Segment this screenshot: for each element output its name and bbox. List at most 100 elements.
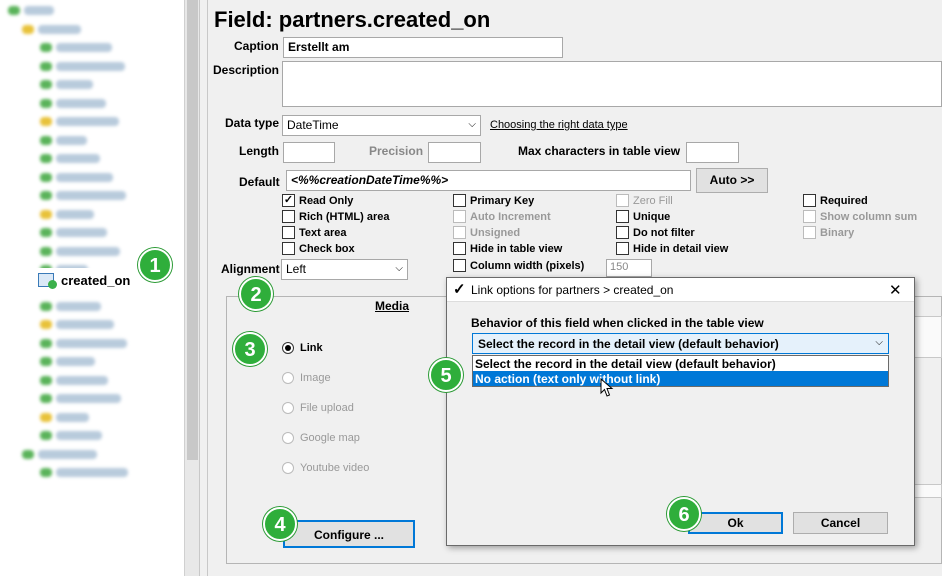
tree-item-text[interactable] xyxy=(56,191,126,200)
tree-item-text[interactable] xyxy=(56,468,128,477)
radio-button[interactable] xyxy=(282,432,294,444)
media-tab[interactable]: Media xyxy=(375,299,409,313)
checkbox-label: Check box xyxy=(299,242,355,255)
radio-image[interactable]: Image xyxy=(282,372,331,384)
unsigned-checkbox: Unsigned xyxy=(453,226,520,239)
radio-button[interactable] xyxy=(282,372,294,384)
tree-item-text[interactable] xyxy=(56,246,120,256)
tree-item-text[interactable] xyxy=(56,320,114,329)
tree-item-text[interactable] xyxy=(56,394,121,403)
tree-item-text[interactable] xyxy=(56,375,108,385)
alignment-select[interactable]: Left ⌵ xyxy=(281,259,408,280)
radio-button[interactable] xyxy=(282,402,294,414)
rich-html-checkbox[interactable]: Rich (HTML) area xyxy=(282,210,389,223)
tree-item-text[interactable] xyxy=(56,431,102,440)
required-checkbox[interactable]: Required xyxy=(803,194,868,207)
checkbox-box[interactable] xyxy=(282,210,295,223)
length-label: Length xyxy=(239,144,279,158)
checkbox-label: Hide in table view xyxy=(470,242,563,255)
tree-item-text[interactable] xyxy=(56,357,95,366)
tree-item-text[interactable] xyxy=(56,98,106,108)
hide-table-checkbox[interactable]: Hide in table view xyxy=(453,242,562,255)
checkbox-label: Hide in detail view xyxy=(633,242,729,255)
tree-item-text[interactable] xyxy=(56,80,93,89)
checkbox-label: Required xyxy=(820,194,868,207)
description-textarea[interactable] xyxy=(282,61,942,107)
checkbox-box[interactable] xyxy=(282,242,295,255)
tree-item-text[interactable] xyxy=(24,6,54,15)
checkbox-box[interactable] xyxy=(453,242,466,255)
radio-link[interactable]: Link xyxy=(282,342,323,354)
radio-file-upload[interactable]: File upload xyxy=(282,402,354,414)
dropdown-option-highlighted[interactable]: No action (text only without link) xyxy=(473,371,888,386)
tree-item-icon xyxy=(40,431,52,440)
configure-button[interactable]: Configure ... xyxy=(283,520,415,548)
radio-button[interactable] xyxy=(282,462,294,474)
default-input[interactable]: <%%creationDateTime%%> xyxy=(286,170,691,191)
tree-item-text[interactable] xyxy=(56,154,100,163)
show-column-sum-checkbox: Show column sum xyxy=(803,210,917,223)
auto-button[interactable]: Auto >> xyxy=(696,168,768,193)
close-icon[interactable]: ✕ xyxy=(889,281,902,299)
datatype-select[interactable]: DateTime ⌵ xyxy=(282,115,481,136)
ok-button[interactable]: Ok xyxy=(688,512,783,534)
app-check-icon: ✓ xyxy=(453,281,466,298)
checkbox-box[interactable] xyxy=(282,226,295,239)
hide-detail-checkbox[interactable]: Hide in detail view xyxy=(616,242,728,255)
primary-key-checkbox[interactable]: Primary Key xyxy=(453,194,534,207)
tree-item-text[interactable] xyxy=(56,61,125,71)
tree-item-text[interactable] xyxy=(38,24,81,34)
column-width-checkbox[interactable]: Column width (pixels) xyxy=(453,259,584,272)
project-tree-panel: created_on xyxy=(0,0,200,576)
checkbox-box[interactable] xyxy=(616,210,629,223)
check-box-checkbox[interactable]: Check box xyxy=(282,242,355,255)
precision-input[interactable] xyxy=(428,142,481,163)
dropdown-option[interactable]: Select the record in the detail view (de… xyxy=(473,356,888,371)
tree-scrollbar[interactable] xyxy=(184,0,199,576)
radio-google-map[interactable]: Google map xyxy=(282,432,360,444)
tree-scrollbar-thumb[interactable] xyxy=(187,0,198,460)
checkbox-label: Zero Fill xyxy=(633,194,673,207)
tree-item-text[interactable] xyxy=(56,172,113,182)
text-area-checkbox[interactable]: Text area xyxy=(282,226,347,239)
maxchars-label: Max characters in table view xyxy=(518,144,681,158)
tree-item-text[interactable] xyxy=(56,338,127,348)
checkbox-box[interactable]: ✓ xyxy=(282,194,295,207)
alignment-label: Alignment xyxy=(221,262,280,276)
caption-input[interactable]: Erstellt am xyxy=(283,37,563,58)
length-input[interactable] xyxy=(283,142,335,163)
mouse-cursor-icon xyxy=(600,378,614,397)
radio-youtube-video[interactable]: Youtube video xyxy=(282,462,369,474)
cancel-button[interactable]: Cancel xyxy=(793,512,888,534)
column-width-input[interactable]: 150 xyxy=(606,259,652,277)
tree-item-text[interactable] xyxy=(56,117,119,126)
tree-item-text[interactable] xyxy=(56,135,87,145)
checkbox-box[interactable] xyxy=(616,242,629,255)
tree-item-text[interactable] xyxy=(56,412,89,422)
tree-item-text[interactable] xyxy=(56,209,94,219)
datatype-help-link[interactable]: Choosing the right data type xyxy=(490,119,628,131)
checkbox-box[interactable] xyxy=(803,194,816,207)
checkbox-label: Unsigned xyxy=(470,226,521,239)
precision-label: Precision xyxy=(369,144,424,158)
do-not-filter-checkbox[interactable]: Do not filter xyxy=(616,226,695,239)
tree-item-text[interactable] xyxy=(56,228,107,237)
tree-item-text[interactable] xyxy=(56,301,101,311)
checkbox-box[interactable] xyxy=(453,259,466,272)
behavior-select[interactable]: Select the record in the detail view (de… xyxy=(472,333,889,354)
checkbox-box[interactable] xyxy=(453,194,466,207)
datatype-label: Data type xyxy=(225,116,280,130)
tree-item-text[interactable] xyxy=(38,449,97,459)
checkbox-box[interactable] xyxy=(616,226,629,239)
radio-button-selected[interactable] xyxy=(282,342,294,354)
checkbox-label: Rich (HTML) area xyxy=(299,210,390,223)
tree-item-icon xyxy=(40,246,52,256)
unique-checkbox[interactable]: Unique xyxy=(616,210,670,223)
tree-item-text[interactable] xyxy=(56,43,112,52)
checkbox-box xyxy=(803,226,816,239)
read-only-checkbox[interactable]: ✓ Read Only xyxy=(282,194,353,207)
step-badge-2: 2 xyxy=(239,277,273,311)
maxchars-input[interactable] xyxy=(686,142,739,163)
step-badge-3: 3 xyxy=(233,332,267,366)
right-edge-panel xyxy=(914,316,942,358)
